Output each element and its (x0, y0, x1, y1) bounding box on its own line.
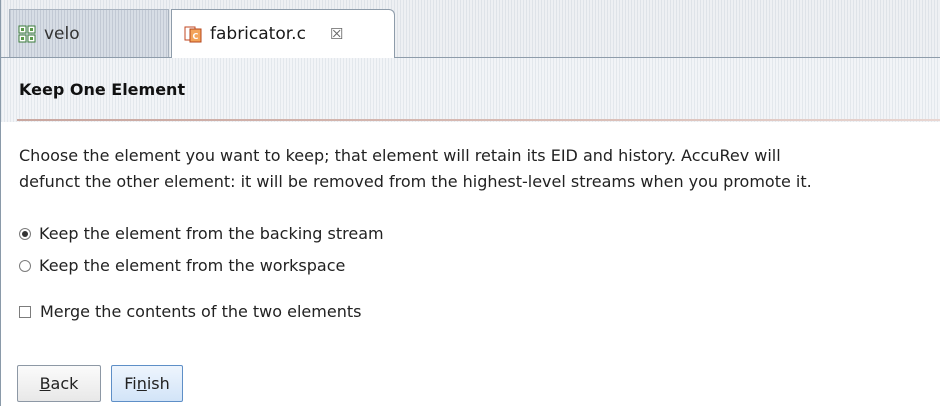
radio-keep-workspace[interactable]: Keep the element from the workspace (19, 256, 345, 275)
tab-velo[interactable]: velo (9, 9, 169, 58)
close-icon[interactable]: ☒ (330, 26, 343, 42)
merge-contents-checkbox[interactable]: Merge the contents of the two elements (19, 302, 361, 321)
package-icon (18, 25, 36, 43)
merge-contents-label: Merge the contents of the two elements (40, 302, 362, 321)
c-file-icon: C (184, 26, 202, 43)
description-line: defunct the other element: it will be re… (19, 172, 812, 191)
radio-keep-backing-stream[interactable]: Keep the element from the backing stream (19, 224, 384, 243)
wizard-description: Choose the element you want to keep; tha… (19, 143, 940, 195)
tab-strip: velo C fabricator.c ☒ (1, 0, 940, 58)
checkbox-box[interactable] (19, 305, 31, 318)
tab-velo-label: velo (44, 24, 80, 44)
tab-strip-border (1, 57, 940, 58)
tab-fabricator-label: fabricator.c (210, 24, 306, 44)
description-line: Choose the element you want to keep; tha… (19, 146, 781, 165)
back-label-rest: ack (50, 374, 79, 393)
finish-mnemonic: n (136, 374, 147, 393)
radio-keep-backing-label: Keep the element from the backing stream (39, 224, 384, 243)
finish-label-prefix: Fi (124, 374, 137, 393)
header-separator (17, 119, 940, 121)
radio-button[interactable] (19, 259, 31, 272)
back-button[interactable]: Back (17, 365, 101, 402)
finish-label-rest: ish (146, 374, 170, 393)
tab-fabricator[interactable]: C fabricator.c ☒ (171, 9, 395, 58)
editor-window: velo C fabricator.c ☒ Keep One Element C… (0, 0, 940, 406)
svg-text:C: C (193, 32, 199, 41)
finish-button[interactable]: Finish (111, 365, 183, 402)
wizard-header: Keep One Element (1, 58, 940, 122)
back-mnemonic: B (39, 374, 51, 393)
page-title: Keep One Element (19, 80, 186, 99)
radio-keep-workspace-label: Keep the element from the workspace (39, 256, 346, 275)
radio-button-selected[interactable] (19, 227, 31, 240)
